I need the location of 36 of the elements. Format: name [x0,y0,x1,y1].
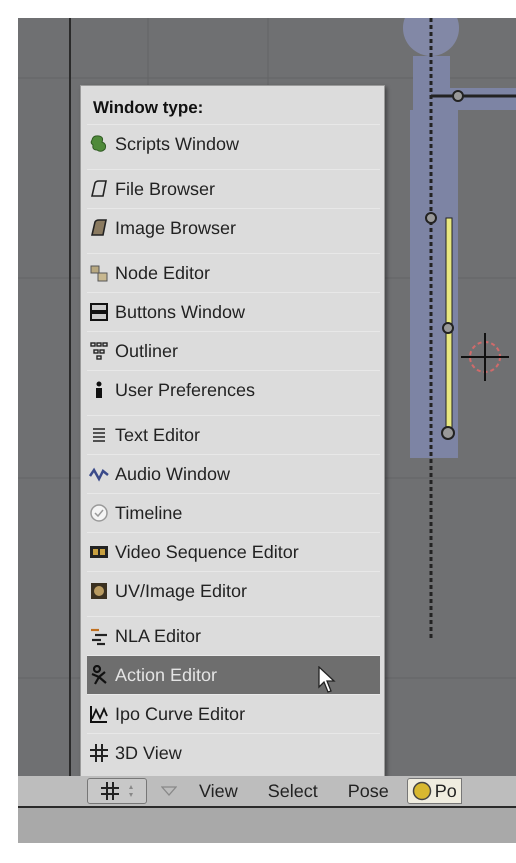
menu-item[interactable]: Text Editor [87,415,380,454]
menu-item[interactable]: User Preferences [87,370,380,409]
menu-item[interactable]: File Browser [87,169,380,208]
blob-icon [89,134,109,154]
nodes-icon [89,263,109,283]
menu-item[interactable]: Image Browser [87,208,380,247]
menu-item[interactable]: Buttons Window [87,292,380,331]
editor-type-button[interactable] [87,778,147,804]
menu-item[interactable]: Node Editor [87,253,380,292]
round-icon [412,781,432,801]
bars-icon [89,626,109,646]
header-menu[interactable]: Select [268,780,318,802]
mouse-pointer-icon [318,666,338,694]
tree-icon [89,341,109,361]
menu-item[interactable]: Audio Window [87,454,380,493]
menu-item[interactable]: Action Editor [87,655,380,694]
menu-item[interactable]: 3D View [87,733,380,772]
folder-icon [89,179,109,199]
graph-icon [89,704,109,724]
menu-item[interactable]: Ipo Curve Editor [87,694,380,733]
header-menu[interactable]: View [199,780,238,802]
grid-icon [100,781,120,801]
grid-icon [89,743,109,763]
menu-item[interactable]: Video Sequence Editor [87,532,380,571]
menu-item[interactable]: Scripts Window [87,124,380,163]
menu-title: Window type: [92,97,204,119]
mode-button[interactable]: Po [406,778,462,804]
header-menu[interactable]: Pose [348,780,389,802]
cursor-crosshair-icon [461,333,509,381]
menu-item[interactable]: Timeline [87,493,380,532]
image-icon [89,581,109,601]
figure-icon [89,665,109,685]
image-folder-icon [89,218,109,238]
menu-item[interactable]: Outliner [87,331,380,370]
menu-item[interactable]: UV/Image Editor [87,571,380,610]
panels-icon [89,302,109,322]
